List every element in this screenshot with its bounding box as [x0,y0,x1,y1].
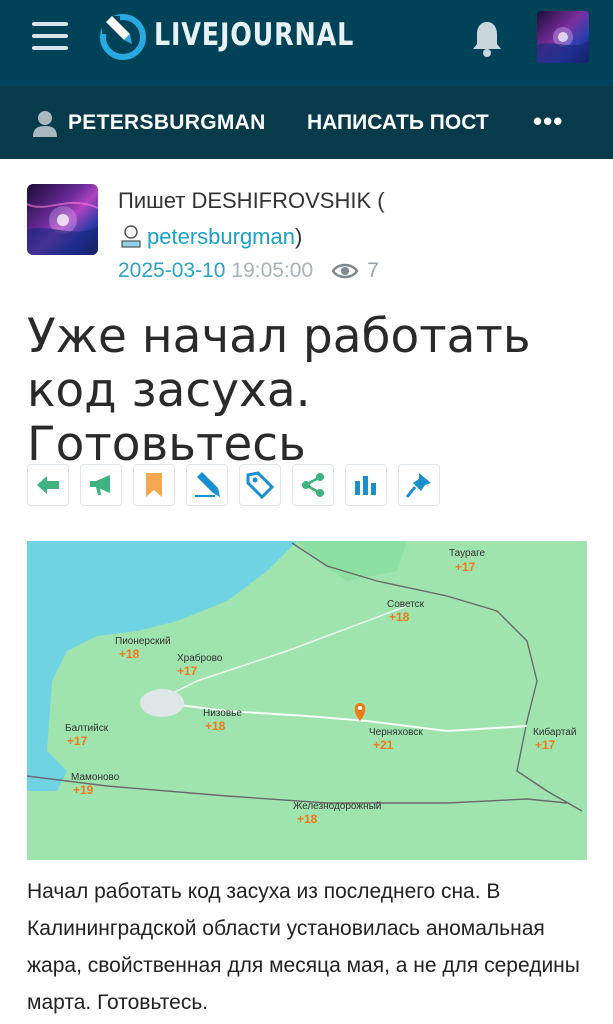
map-temperature: +18 [205,719,226,733]
write-post-button[interactable]: НАПИСАТЬ ПОСТ [307,111,489,135]
map-temperature: +17 [67,734,88,748]
map-place-label: Черняховск [369,727,423,738]
bookmark-button[interactable] [133,464,175,506]
journal-username-link[interactable]: PETERSBURGMAN [68,111,266,135]
megaphone-icon [90,475,110,495]
map-place-label: Пионерский [115,636,171,647]
journal-subnav: PETERSBURGMAN НАПИСАТЬ ПОСТ ••• [0,86,613,159]
map-place-label: Железнодорожный [293,801,382,812]
edit-button[interactable] [186,464,228,506]
pin-button[interactable] [398,464,440,506]
user-avatar[interactable] [537,11,589,63]
post-meta: 2025-03-10 19:05:00 7 [118,259,379,283]
tag-icon [246,471,274,499]
map-temperature: +18 [389,610,410,624]
post-date-link[interactable]: 2025-03-10 [118,259,225,283]
share-icon [302,473,324,497]
share-button[interactable] [292,464,334,506]
community-suffix: ) [294,224,303,249]
eye-icon [331,263,359,279]
more-menu-button[interactable]: ••• [533,106,563,137]
author-line: Пишет DESHIFROVSHIK ( [118,188,385,213]
post-actions [27,464,451,506]
stats-button[interactable] [345,464,387,506]
map-temperature: +18 [297,812,318,826]
map-temperature: +18 [119,647,140,661]
tag-button[interactable] [239,464,281,506]
bell-icon[interactable] [470,18,504,58]
map-temperature: +17 [455,560,476,574]
livejournal-logo-icon[interactable] [100,14,146,60]
map-temperature: +19 [73,783,94,797]
stats-icon [355,476,376,495]
map-temperature: +21 [373,738,394,752]
map-place-label: Низовье [203,708,242,719]
back-arrow-icon [37,476,59,494]
pencil-icon [195,472,220,497]
map-place-label: Советск [387,599,425,610]
user-icon [33,111,57,137]
livejournal-logo-text[interactable]: LIVEJOURNAL [154,17,354,53]
map-place-label: Балтийск [65,723,109,734]
map-temperature: +17 [177,664,198,678]
repost-button[interactable] [80,464,122,506]
post-time: 19:05:00 [231,259,314,282]
map-image[interactable]: Таураге +17 Советск +18 Пионерский +18 Х… [27,541,587,860]
bookmark-icon [146,473,162,497]
map-place-label: Храброво [177,653,223,664]
map-place-label: Кибартай [533,727,577,738]
community-line: petersburgman ) [118,224,302,250]
pin-icon [405,473,431,498]
map-place-label: Таураге [449,548,486,559]
map-place-label: Мамоново [71,772,120,783]
user-icon [121,225,141,248]
back-button[interactable] [27,464,69,506]
hamburger-menu-icon[interactable] [32,22,68,52]
post-body: Начал работать код засуха из последнего … [27,880,580,1014]
top-navigation-bar: LIVEJOURNAL [0,0,613,86]
views-count: 7 [367,259,379,282]
map-temperature: +17 [535,738,556,752]
post-title: Уже начал работать код засуха. Готовьтес… [27,309,531,472]
community-link[interactable]: petersburgman [147,224,295,250]
author-avatar[interactable] [27,184,98,255]
